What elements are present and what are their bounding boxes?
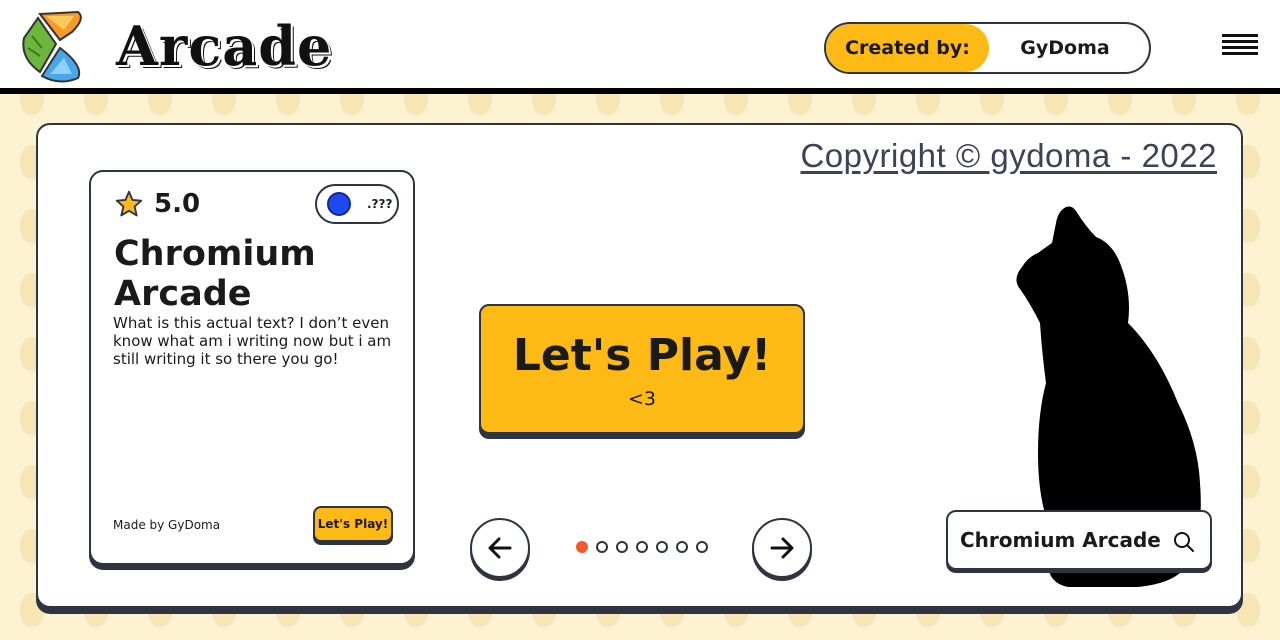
created-by-label: Created by: bbox=[826, 24, 989, 72]
carousel-dots bbox=[576, 541, 708, 553]
game-card: 5.0 .??? Chromium Arcade What is this ac… bbox=[89, 170, 415, 565]
search-icon[interactable] bbox=[1172, 530, 1196, 554]
copyright-link[interactable]: Copyright © gydoma - 2022 bbox=[800, 137, 1217, 175]
carousel-dot[interactable] bbox=[636, 541, 648, 553]
status-pill: .??? bbox=[315, 184, 399, 224]
created-by-badge[interactable]: Created by: GyDoma bbox=[824, 22, 1151, 74]
hamburger-menu-icon[interactable] bbox=[1222, 34, 1258, 62]
star-icon bbox=[115, 190, 143, 217]
arrow-right-icon bbox=[770, 537, 794, 559]
carousel-dot[interactable] bbox=[596, 541, 608, 553]
carousel-dot[interactable] bbox=[676, 541, 688, 553]
site-header: Arcade Created by: GyDoma bbox=[0, 0, 1280, 94]
search-field[interactable]: Chromium Arcade bbox=[946, 510, 1212, 570]
arrow-left-icon bbox=[488, 537, 512, 559]
made-by-text: Made by GyDoma bbox=[113, 518, 221, 532]
rating-value: 5.0 bbox=[154, 189, 201, 219]
arcade-logo-icon[interactable] bbox=[20, 8, 86, 86]
next-button[interactable] bbox=[752, 518, 812, 578]
previous-button[interactable] bbox=[470, 518, 530, 578]
carousel-dot[interactable] bbox=[656, 541, 668, 553]
creator-name[interactable]: GyDoma bbox=[989, 37, 1149, 59]
carousel-dot[interactable] bbox=[696, 541, 708, 553]
lets-play-subtext: <3 bbox=[627, 388, 656, 410]
card-play-button[interactable]: Let's Play! bbox=[313, 506, 393, 542]
site-logo-text[interactable]: Arcade bbox=[116, 14, 332, 78]
main-panel: Copyright © gydoma - 2022 5.0 .??? Chrom… bbox=[36, 123, 1243, 608]
carousel-dot[interactable] bbox=[616, 541, 628, 553]
lets-play-button[interactable]: Let's Play! <3 bbox=[479, 304, 805, 434]
status-pill-text: .??? bbox=[367, 197, 393, 211]
search-input[interactable]: Chromium Arcade bbox=[960, 528, 1161, 552]
color-dot-icon bbox=[327, 192, 351, 216]
lets-play-label: Let's Play! bbox=[512, 330, 772, 381]
carousel-dot[interactable] bbox=[576, 541, 588, 553]
card-title: Chromium Arcade bbox=[114, 234, 316, 314]
card-description: What is this actual text? I don’t even k… bbox=[113, 314, 392, 368]
